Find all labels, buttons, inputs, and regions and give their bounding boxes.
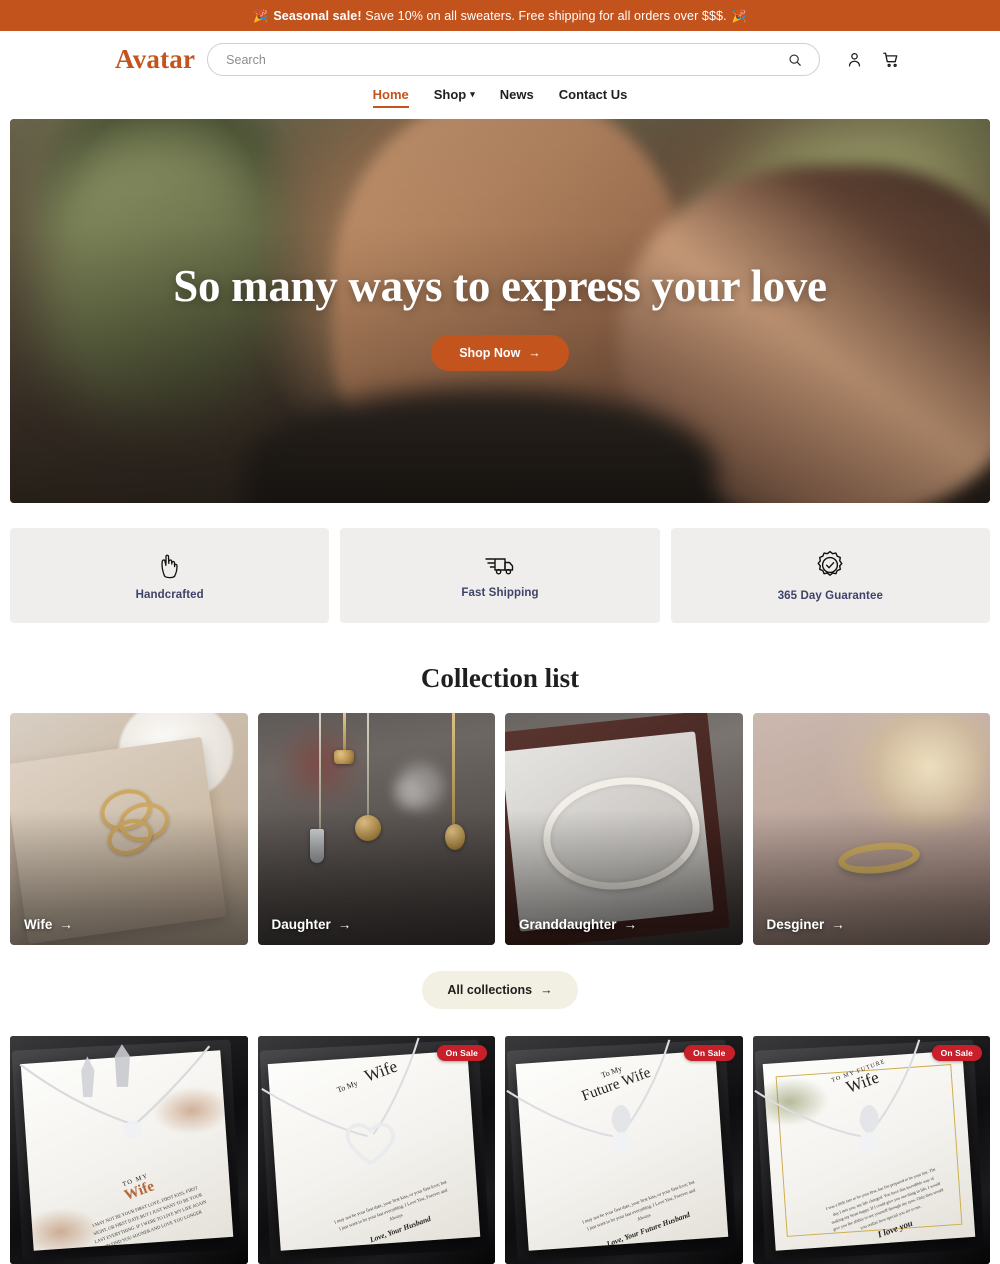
shop-now-label: Shop Now	[459, 346, 521, 361]
nav-item-news[interactable]: News	[500, 88, 534, 108]
cart-icon	[883, 52, 898, 67]
nav-item-contact-us-label: Contact Us	[558, 87, 628, 102]
announcement-strong-text: Seasonal sale!	[273, 8, 362, 23]
announcement-text: Save 10% on all sweaters. Free shipping …	[365, 8, 727, 23]
arrow-right-icon: →	[337, 917, 352, 932]
collection-label-wife-text: Wife	[24, 917, 53, 932]
announcement-bar: 🎉 Seasonal sale! Save 10% on all sweater…	[0, 0, 1000, 31]
nav-item-contact-us[interactable]: Contact Us	[559, 88, 628, 108]
collection-card-desginer[interactable]: Desginer →	[752, 713, 990, 945]
cart-button[interactable]	[880, 49, 902, 71]
shop-now-button[interactable]: Shop Now →	[431, 335, 569, 372]
on-sale-badge-4: On Sale	[931, 1045, 982, 1061]
product-image-2: To My Wife I may not be your first date,…	[257, 1036, 495, 1264]
product-card-2[interactable]: To My Wife I may not be your first date,…	[257, 1036, 495, 1264]
search-icon	[789, 53, 802, 66]
all-collections-label: All collections	[447, 983, 533, 997]
collection-card-granddaughter[interactable]: Granddaughter →	[505, 713, 743, 945]
nav-item-home[interactable]: Home	[372, 87, 409, 108]
all-collections-row: All collections →	[0, 971, 1000, 1009]
badge-handcrafted: Handcrafted	[10, 528, 330, 623]
product-card-4[interactable]: TO MY FUTURE Wife I was a little late to…	[752, 1036, 990, 1264]
product-image-4: TO MY FUTURE Wife I was a little late to…	[752, 1036, 990, 1264]
nav-item-home-label: Home	[372, 87, 409, 102]
account-icon	[848, 52, 860, 67]
collection-card-row: Wife → Daughter → Granddaughter → Desgin…	[10, 713, 990, 945]
hero-title: So many ways to express your love	[173, 260, 827, 311]
collection-label-desginer: Desginer →	[767, 917, 845, 932]
search-input[interactable]	[226, 52, 786, 67]
badge-365-day-guarantee: 365 Day Guarantee	[670, 528, 990, 623]
trust-badge-row: Handcrafted Fast Shipping 365 Day Guaran…	[10, 528, 990, 623]
nav-item-shop[interactable]: Shop ▾	[434, 88, 475, 108]
site-header: Avatar	[0, 31, 1000, 88]
seal-check-icon	[817, 550, 843, 576]
truck-icon	[485, 558, 514, 575]
arrow-right-icon: →	[528, 346, 541, 361]
search-bar[interactable]	[207, 43, 821, 76]
header-icon-group	[843, 49, 902, 71]
collection-label-granddaughter-text: Granddaughter	[519, 917, 617, 932]
hero-banner: So many ways to express your love Shop N…	[10, 119, 990, 503]
nav-item-shop-label: Shop	[433, 87, 467, 102]
product-card-3[interactable]: To My Future Wife I may not be your firs…	[505, 1036, 743, 1264]
collection-card-daughter[interactable]: Daughter →	[257, 713, 495, 945]
site-logo[interactable]: Avatar	[115, 46, 195, 73]
arrow-right-icon: →	[831, 917, 845, 932]
account-button[interactable]	[843, 49, 865, 71]
all-collections-button[interactable]: All collections →	[422, 971, 578, 1009]
collection-label-daughter-text: Daughter	[271, 917, 331, 932]
chevron-down-icon: ▾	[470, 89, 475, 99]
collection-label-daughter: Daughter →	[272, 917, 352, 932]
badge-fast-shipping-label: Fast Shipping	[461, 587, 539, 599]
badge-handcrafted-label: Handcrafted	[135, 589, 204, 601]
product-card-1[interactable]: TO MY Wife I MAY NOT BE YOUR FIRST LOVE,…	[10, 1036, 248, 1264]
on-sale-badge-3: On Sale	[684, 1045, 735, 1061]
hand-icon	[161, 554, 178, 579]
badge-365-day-guarantee-label: 365 Day Guarantee	[777, 590, 883, 602]
collection-label-wife: Wife →	[24, 917, 73, 932]
collection-label-desginer-text: Desginer	[766, 917, 825, 932]
search-submit-button[interactable]	[785, 50, 805, 70]
party-popper-icon-left: 🎉	[253, 8, 269, 23]
arrow-right-icon: →	[623, 917, 638, 932]
on-sale-badge-2: On Sale	[436, 1045, 487, 1061]
product-card-row: TO MY Wife I MAY NOT BE YOUR FIRST LOVE,…	[10, 1036, 990, 1264]
nav-item-news-label: News	[499, 87, 534, 102]
collection-card-wife[interactable]: Wife →	[10, 713, 248, 945]
collection-section-title: Collection list	[420, 663, 580, 693]
product-image-1: TO MY Wife I MAY NOT BE YOUR FIRST LOVE,…	[10, 1036, 248, 1264]
arrow-right-icon: →	[59, 917, 73, 932]
arrow-right-icon: →	[540, 983, 553, 997]
main-navigation: Home Shop ▾ News Contact Us	[0, 88, 1000, 119]
product-image-3: To My Future Wife I may not be your firs…	[505, 1036, 743, 1264]
party-popper-icon-right: 🎉	[731, 8, 747, 23]
collection-label-granddaughter: Granddaughter →	[519, 917, 637, 932]
badge-fast-shipping: Fast Shipping	[340, 528, 660, 623]
